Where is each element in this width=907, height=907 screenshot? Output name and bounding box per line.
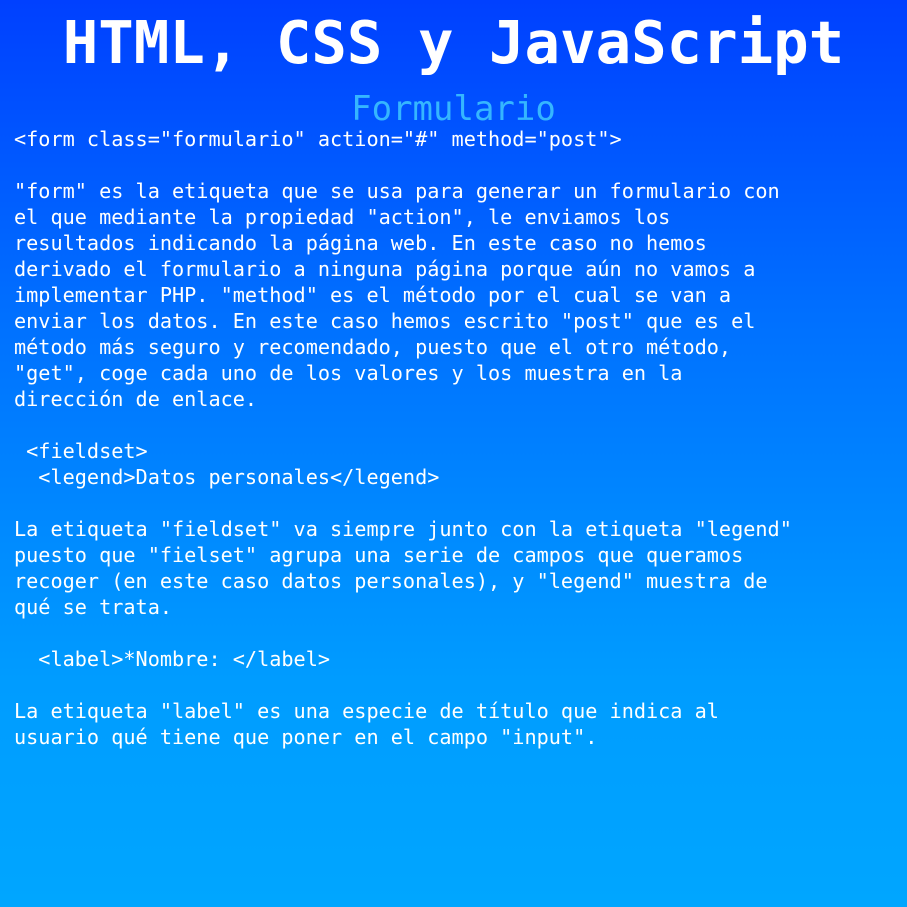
paragraph-line: La etiqueta "fieldset" va siempre junto …: [14, 517, 792, 541]
paragraph-line: método más seguro y recomendado, puesto …: [14, 335, 732, 359]
paragraph-line: dirección de enlace.: [14, 387, 258, 411]
paragraph-line: qué se trata.: [14, 595, 173, 619]
paragraph-line: puesto que "fielset" agrupa una serie de…: [14, 543, 744, 567]
paragraph-line: el que mediante la propiedad "action", l…: [14, 205, 671, 229]
content-body: <form class="formulario" action="#" meth…: [14, 126, 907, 750]
paragraph-line: enviar los datos. En este caso hemos esc…: [14, 309, 756, 333]
section-subtitle: Formulario: [351, 89, 556, 129]
page-title: HTML, CSS y JavaScript: [62, 8, 845, 77]
code-line-label: <label>*Nombre: </label>: [14, 647, 331, 671]
paragraph-line: resultados indicando la página web. En e…: [14, 231, 707, 255]
code-line-legend: <legend>Datos personales</legend>: [14, 465, 440, 489]
paragraph-line: "form" es la etiqueta que se usa para ge…: [14, 179, 780, 203]
paragraph-line: usuario qué tiene que poner en el campo …: [14, 725, 598, 749]
paragraph-line: "get", coge cada uno de los valores y lo…: [14, 361, 683, 385]
code-line-form: <form class="formulario" action="#" meth…: [14, 127, 622, 151]
paragraph-line: derivado el formulario a ninguna página …: [14, 257, 756, 281]
paragraph-line: implementar PHP. "method" es el método p…: [14, 283, 732, 307]
paragraph-line: La etiqueta "label" es una especie de tí…: [14, 699, 719, 723]
paragraph-line: recoger (en este caso datos personales),…: [14, 569, 768, 593]
code-line-fieldset: <fieldset>: [14, 439, 148, 463]
page: HTML, CSS y JavaScript Formulario <form …: [0, 0, 907, 907]
